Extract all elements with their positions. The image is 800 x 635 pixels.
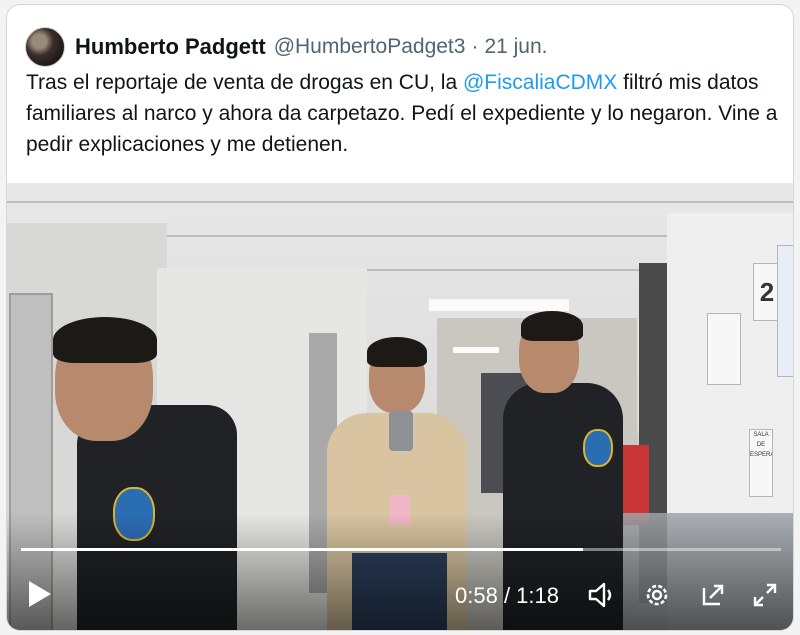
author-handle[interactable]: @HumbertoPadget3 — [274, 35, 466, 59]
video-frame-hair — [521, 311, 583, 341]
police-patch — [583, 429, 613, 467]
pop-out-icon[interactable] — [697, 579, 729, 611]
video-player[interactable]: 2 SALA DE ESPERA 0:58 / 1:18 — [7, 183, 793, 630]
time-separator: / — [497, 583, 517, 608]
header-separator: · — [471, 35, 479, 58]
video-controls: 0:58 / 1:18 — [7, 575, 793, 615]
notice-sheet — [707, 313, 741, 385]
video-frame-phone — [389, 411, 413, 451]
tweet-text-part: Tras el reportaje de venta de drogas en … — [26, 71, 463, 94]
fullscreen-icon[interactable] — [749, 579, 781, 611]
volume-icon[interactable] — [585, 579, 617, 611]
video-frame-light — [429, 299, 569, 311]
avatar[interactable] — [25, 27, 65, 67]
play-icon[interactable] — [29, 581, 51, 607]
sala-sign: SALA DE ESPERA — [749, 429, 773, 497]
duration: 1:18 — [516, 583, 559, 608]
poster — [777, 245, 793, 377]
mention-link[interactable]: @FiscaliaCDMX — [463, 71, 617, 94]
settings-gear-icon[interactable] — [641, 579, 673, 611]
progress-fill — [21, 548, 584, 551]
author-name[interactable]: Humberto Padgett — [75, 34, 266, 60]
tweet-card[interactable]: Humberto Padgett @HumbertoPadget3 · 21 j… — [6, 4, 794, 631]
ceiling-grid-line — [7, 201, 793, 203]
tweet-text: Tras el reportaje de venta de drogas en … — [26, 67, 786, 160]
current-time: 0:58 — [455, 583, 498, 608]
video-frame-hair — [53, 317, 157, 363]
tweet-header: Humberto Padgett @HumbertoPadget3 · 21 j… — [25, 25, 548, 69]
video-frame-hair — [367, 337, 427, 367]
time-display: 0:58 / 1:18 — [455, 583, 559, 609]
progress-bar[interactable] — [21, 548, 781, 551]
tweet-date[interactable]: 21 jun. — [484, 35, 547, 59]
video-frame-light — [453, 347, 499, 353]
